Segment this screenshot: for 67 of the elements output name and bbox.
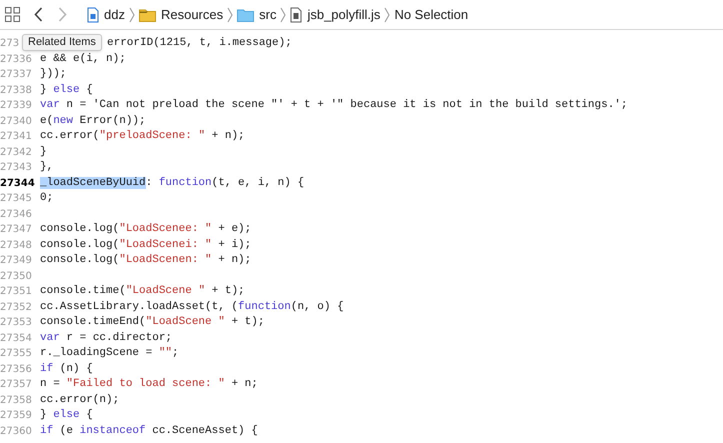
folder-icon	[138, 8, 156, 22]
code-line: console.log("LoadScenei: " + i);	[40, 238, 252, 252]
code-line: } else {	[40, 408, 93, 423]
separator-chevron-icon	[227, 6, 234, 22]
line-number: 27354	[0, 332, 33, 346]
code-line: e && e(i, n);	[40, 52, 126, 66]
breadcrumb-item[interactable]: No Selection	[394, 4, 468, 24]
breadcrumb-item[interactable]: jsb_polyfill.js	[290, 4, 380, 24]
code-line: if (e instanceof cc.SceneAsset) {	[40, 424, 258, 438]
line-number: 27341	[0, 130, 33, 144]
project-file-icon	[87, 6, 99, 22]
line-number: 27342	[0, 146, 33, 160]
separator-chevron-icon	[384, 6, 390, 22]
line-number: 27348	[0, 238, 33, 252]
breadcrumb-item[interactable]: ddz	[87, 4, 125, 24]
file-icon	[290, 6, 302, 22]
back-chevron-icon	[34, 7, 42, 22]
line-number: 27360	[0, 424, 33, 438]
code-line: console.timeEnd("LoadScene " + t);	[40, 315, 264, 330]
line-number: 27357	[0, 378, 33, 392]
folder-icon	[237, 8, 254, 22]
line-number: 27346	[0, 208, 33, 222]
line-number: 27343	[0, 161, 33, 175]
code-line: cc.error(n);	[40, 392, 120, 408]
line-number: 27358	[0, 394, 33, 408]
line-number: 27336	[0, 52, 33, 66]
code-line: var r = cc.director;	[40, 330, 172, 346]
separator-chevron-icon	[128, 6, 135, 22]
line-number: 27339	[0, 99, 33, 113]
breadcrumb-item[interactable]: Resources	[138, 4, 224, 24]
code-line: console.time("LoadScene " + t);	[40, 284, 245, 299]
line-number: 27356	[0, 362, 33, 376]
code-line: errorID(1215, t, i.message);	[107, 36, 292, 51]
code-line: },	[40, 160, 54, 175]
line-number: 27337	[0, 68, 33, 82]
tooltip: Related Items	[22, 34, 102, 51]
line-number: 27355	[0, 347, 33, 361]
line-number: 27345	[0, 192, 33, 206]
line-number: 27338	[0, 84, 33, 98]
line-number: 27347	[0, 223, 33, 237]
separator-chevron-icon	[280, 6, 286, 22]
code-line: cc.error("preloadScene: " + n);	[40, 129, 245, 144]
grid-icon	[5, 7, 20, 22]
code-line: var n = 'Can not preload the scene "' + t + '" because it is not in the build settings.';	[40, 98, 628, 113]
code-line: cc.AssetLibrary.loadAsset(t, (function(n, o) {	[40, 300, 344, 314]
code-line: }	[40, 144, 47, 160]
line-number: 27351	[0, 285, 33, 299]
related-items-button[interactable]	[5, 4, 23, 24]
code-line: } else {	[40, 82, 93, 98]
line-number: 27353	[0, 316, 33, 330]
line-number: 27344	[0, 176, 35, 190]
code-line: console.log("LoadScenen: " + n);	[40, 253, 252, 268]
forward-chevron-icon	[58, 7, 66, 22]
code-line: 0;	[40, 191, 54, 206]
line-number: 27359	[0, 409, 33, 423]
code-line: e(new Error(n));	[40, 114, 146, 128]
code-line: console.log("LoadScenee: " + e);	[40, 222, 252, 237]
line-number: 27352	[0, 300, 33, 314]
code-line: _loadSceneByUuid: function(t, e, i, n) {	[40, 176, 304, 190]
breadcrumb-item[interactable]: src	[237, 4, 276, 24]
code-line: n = "Failed to load scene: " + n;	[40, 377, 258, 392]
code-line: if (n) {	[40, 362, 93, 376]
line-number: 27349	[0, 254, 33, 268]
code-line: r._loadingScene = "";	[40, 346, 179, 361]
code-line: }));	[40, 67, 66, 82]
line-number: 27340	[0, 114, 33, 128]
line-number: 27350	[0, 270, 33, 284]
